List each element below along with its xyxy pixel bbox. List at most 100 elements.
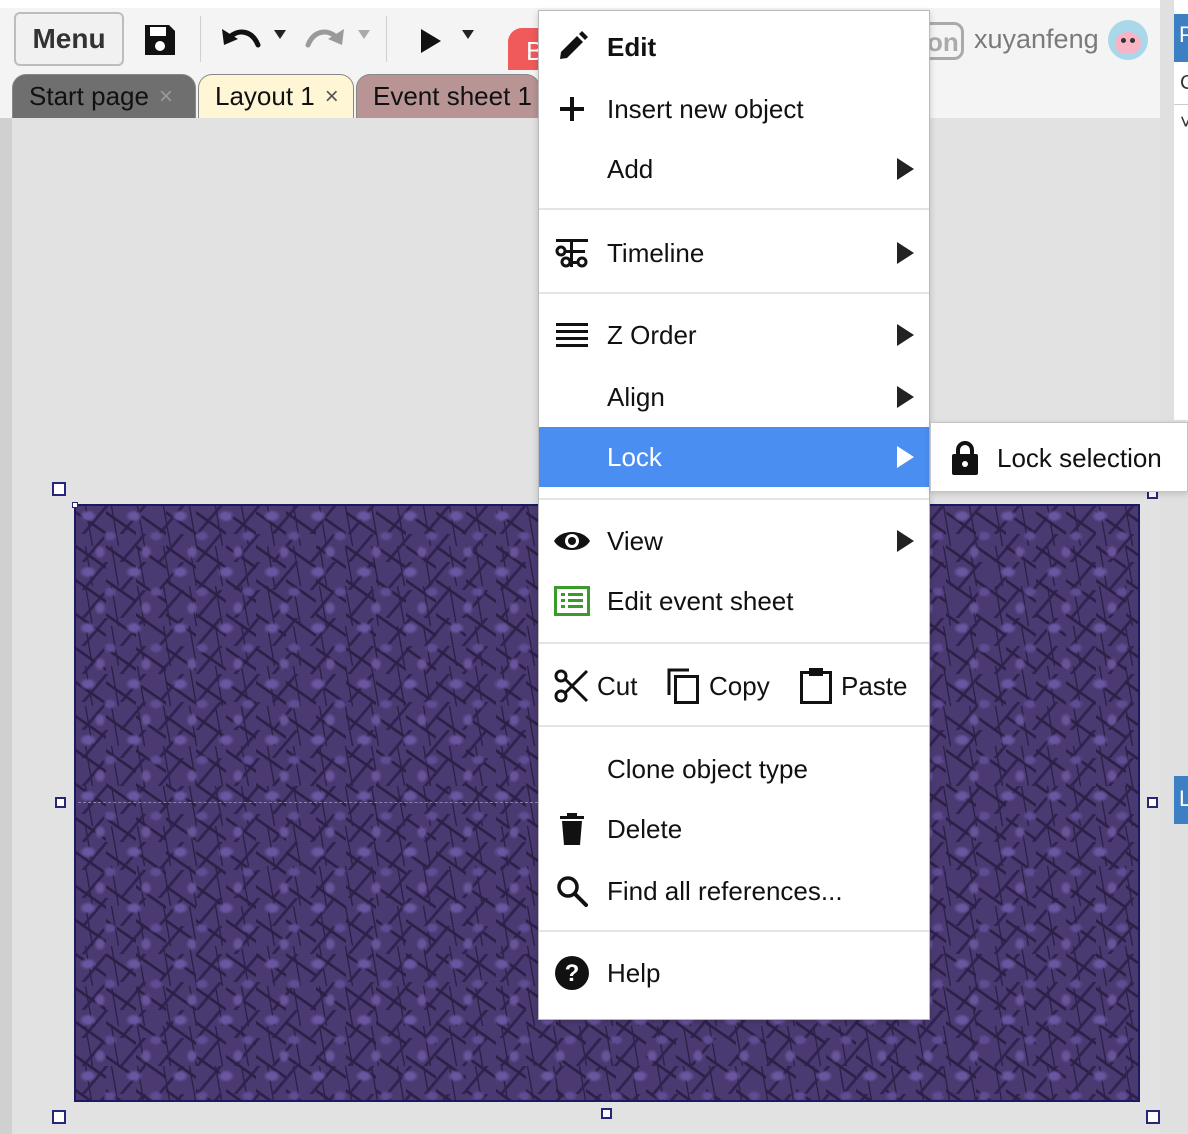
menu-item-label: Z Order — [607, 319, 697, 350]
preview-dropdown-caret[interactable] — [462, 30, 474, 39]
menu-item-label: Insert new object — [607, 93, 804, 124]
avatar-eye — [1130, 38, 1135, 43]
timeline-icon — [553, 234, 591, 272]
redo-icon[interactable] — [302, 22, 348, 58]
menu-item-label: Clone object type — [607, 753, 808, 784]
selection-handle[interactable] — [1146, 1110, 1160, 1124]
menu-item-clone-object-type[interactable]: Clone object type — [539, 739, 929, 799]
search-icon — [553, 872, 591, 910]
scissors-icon — [553, 668, 589, 704]
selection-handle[interactable] — [55, 797, 66, 808]
menu-item-label: Lock selection — [997, 442, 1162, 473]
avatar-eye — [1121, 38, 1126, 43]
tab-event-sheet-1[interactable]: Event sheet 1 — [356, 74, 540, 118]
menu-item-help[interactable]: ? Help — [539, 943, 929, 1003]
lock-icon — [947, 438, 983, 478]
menu-item-find-all-references[interactable]: Find all references... — [539, 861, 929, 921]
undo-icon[interactable] — [218, 22, 264, 58]
layout-boundary-line — [78, 802, 538, 803]
menu-item-label: Add — [607, 153, 654, 184]
trash-icon — [553, 810, 591, 848]
menu-separator — [539, 208, 929, 210]
play-icon[interactable] — [414, 24, 448, 58]
menu-item-paste[interactable]: Paste — [799, 656, 908, 716]
z-order-icon — [553, 316, 591, 354]
save-icon[interactable] — [140, 20, 180, 60]
tab-label: Event sheet 1 — [373, 81, 532, 111]
selection-handle[interactable] — [52, 1110, 66, 1124]
tab-start-page[interactable]: Start page × — [12, 74, 196, 118]
submenu-arrow-icon — [897, 324, 914, 346]
menu-separator — [539, 642, 929, 644]
redo-dropdown-caret[interactable] — [358, 30, 370, 39]
menu-button[interactable]: Menu — [14, 12, 124, 66]
right-side-panel — [1160, 0, 1188, 1134]
menu-item-edit[interactable]: Edit — [539, 17, 929, 77]
tab-label: Layout 1 — [215, 81, 315, 111]
menu-item-label: Edit event sheet — [607, 585, 794, 616]
menu-item-timeline[interactable]: Timeline — [539, 223, 929, 283]
menu-item-view[interactable]: View — [539, 511, 929, 571]
menu-item-label: View — [607, 525, 663, 556]
submenu-arrow-icon — [897, 242, 914, 264]
lock-submenu: Lock selection — [930, 422, 1188, 492]
right-panel-row-label: C — [1180, 72, 1188, 94]
menu-item-label: Find all references... — [607, 875, 843, 906]
clipboard-row: Cut Copy Paste — [539, 656, 929, 716]
selection-handle[interactable] — [52, 482, 66, 496]
menu-item-copy[interactable]: Copy — [665, 656, 770, 716]
menu-separator — [539, 292, 929, 294]
tab-label: Start page — [29, 81, 149, 111]
undo-dropdown-caret[interactable] — [274, 30, 286, 39]
menu-item-label: Paste — [841, 670, 908, 701]
submenu-arrow-icon — [897, 530, 914, 552]
menu-item-label: Lock — [607, 441, 662, 472]
menu-item-align[interactable]: Align — [539, 367, 929, 427]
username[interactable]: xuyanfeng — [974, 24, 1099, 55]
menu-item-lock-selection[interactable]: Lock selection — [931, 427, 1188, 489]
clipboard-icon — [799, 667, 833, 705]
menu-item-add[interactable]: Add — [539, 139, 929, 199]
menu-item-label: Help — [607, 957, 661, 988]
plus-icon — [553, 90, 591, 128]
pencil-icon — [553, 28, 591, 66]
menu-item-label: Delete — [607, 813, 683, 844]
object-origin-marker — [72, 502, 78, 508]
menu-item-lock[interactable]: Lock — [539, 427, 929, 487]
toolbar-divider — [386, 16, 387, 62]
menu-item-label: Timeline — [607, 237, 705, 268]
context-menu: Edit Insert new object Add Timeline Z Or… — [538, 10, 930, 1020]
right-panel-content — [1174, 0, 1188, 420]
tab-layout-1[interactable]: Layout 1 × — [198, 74, 354, 118]
chevron-down-icon[interactable]: ˅ — [1180, 112, 1188, 135]
help-icon: ? — [553, 954, 591, 992]
submenu-arrow-icon — [897, 446, 914, 468]
submenu-arrow-icon — [897, 386, 914, 408]
menu-item-label: Cut — [597, 670, 638, 701]
right-panel-divider — [1174, 104, 1188, 105]
toolbar-divider — [200, 16, 201, 62]
properties-panel-tab[interactable]: P — [1174, 14, 1188, 62]
svg-text:?: ? — [565, 960, 580, 987]
menu-item-edit-event-sheet[interactable]: Edit event sheet — [539, 571, 929, 631]
menu-item-z-order[interactable]: Z Order — [539, 305, 929, 365]
layers-panel-tab[interactable]: L — [1174, 776, 1188, 824]
avatar[interactable] — [1108, 20, 1148, 60]
close-icon[interactable]: × — [159, 83, 173, 111]
toolbar-top-strip — [0, 0, 1160, 8]
submenu-arrow-icon — [897, 158, 914, 180]
copy-icon — [665, 667, 701, 705]
menu-separator — [539, 725, 929, 727]
event-sheet-icon — [553, 582, 591, 620]
selection-handle[interactable] — [601, 1108, 612, 1119]
menu-item-label: Align — [607, 381, 665, 412]
menu-item-delete[interactable]: Delete — [539, 799, 929, 859]
close-icon[interactable]: × — [325, 83, 339, 111]
menu-separator — [539, 498, 929, 500]
menu-item-cut[interactable]: Cut — [553, 656, 637, 716]
menu-item-label: Copy — [709, 670, 770, 701]
avatar-face — [1115, 32, 1141, 54]
selection-handle[interactable] — [1147, 797, 1158, 808]
menu-item-insert-new-object[interactable]: Insert new object — [539, 79, 929, 139]
eye-icon — [553, 522, 591, 560]
